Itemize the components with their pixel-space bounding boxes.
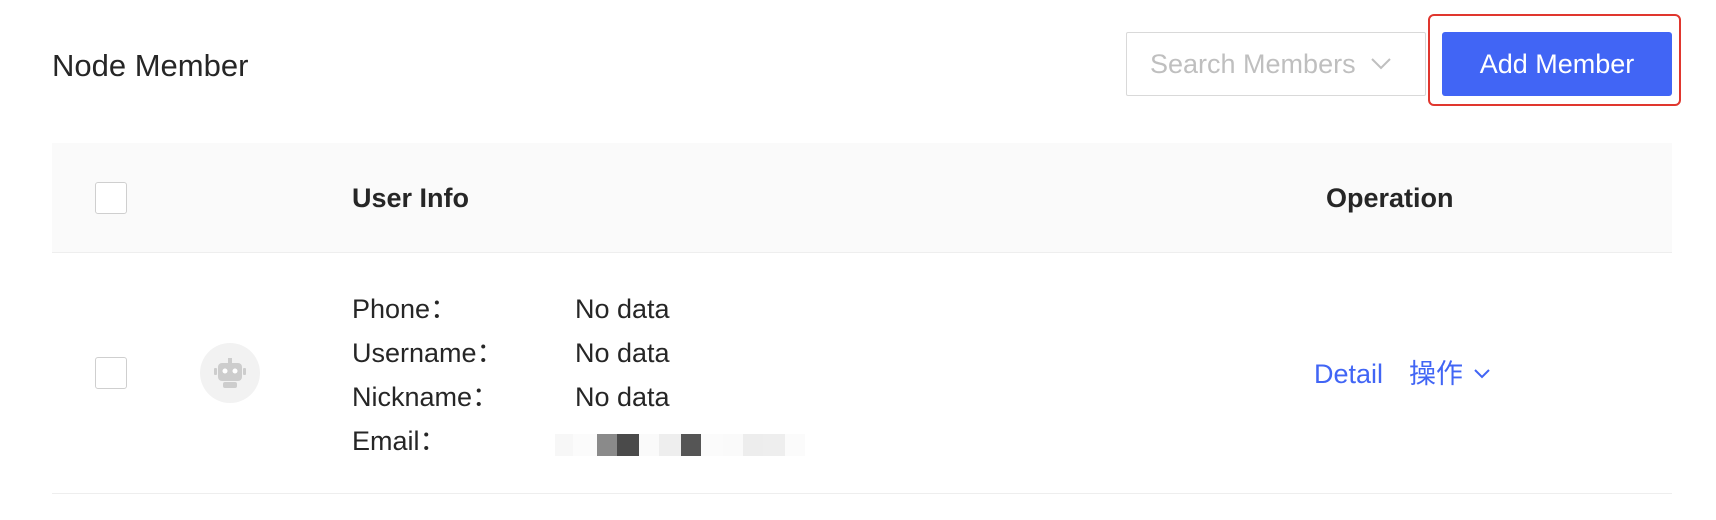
table-header: User Info Operation (52, 143, 1672, 253)
detail-link[interactable]: Detail (1314, 354, 1383, 394)
username-value: No data (575, 338, 670, 368)
column-header-user-info: User Info (352, 183, 470, 213)
avatar (200, 343, 260, 403)
search-members-placeholder: Search Members (1150, 48, 1356, 79)
nickname-label: Nickname： (352, 382, 500, 412)
chevron-down-icon (1370, 58, 1391, 70)
phone-label: Phone： (352, 294, 458, 324)
phone-value: No data (575, 294, 670, 324)
nickname-value: No data (575, 382, 670, 412)
column-header-operation: Operation (1326, 183, 1454, 213)
node-member-page: Node Member Search Members Add Member Us… (0, 0, 1716, 520)
operation-dropdown-label: 操作 (1409, 359, 1463, 389)
robot-avatar-icon (214, 358, 246, 388)
select-all-checkbox[interactable] (95, 182, 127, 214)
page-title: Node Member (52, 48, 249, 83)
chevron-down-icon (1474, 369, 1490, 379)
table-row: Phone： No data Username： No data Nicknam… (52, 254, 1672, 494)
email-label: Email： (352, 426, 447, 456)
operation-dropdown[interactable]: 操作 (1409, 354, 1491, 394)
row-checkbox[interactable] (95, 357, 127, 389)
search-members-select[interactable]: Search Members (1126, 32, 1426, 96)
username-label: Username： (352, 338, 504, 368)
add-member-button[interactable]: Add Member (1442, 32, 1672, 96)
email-value-masked (555, 432, 825, 458)
